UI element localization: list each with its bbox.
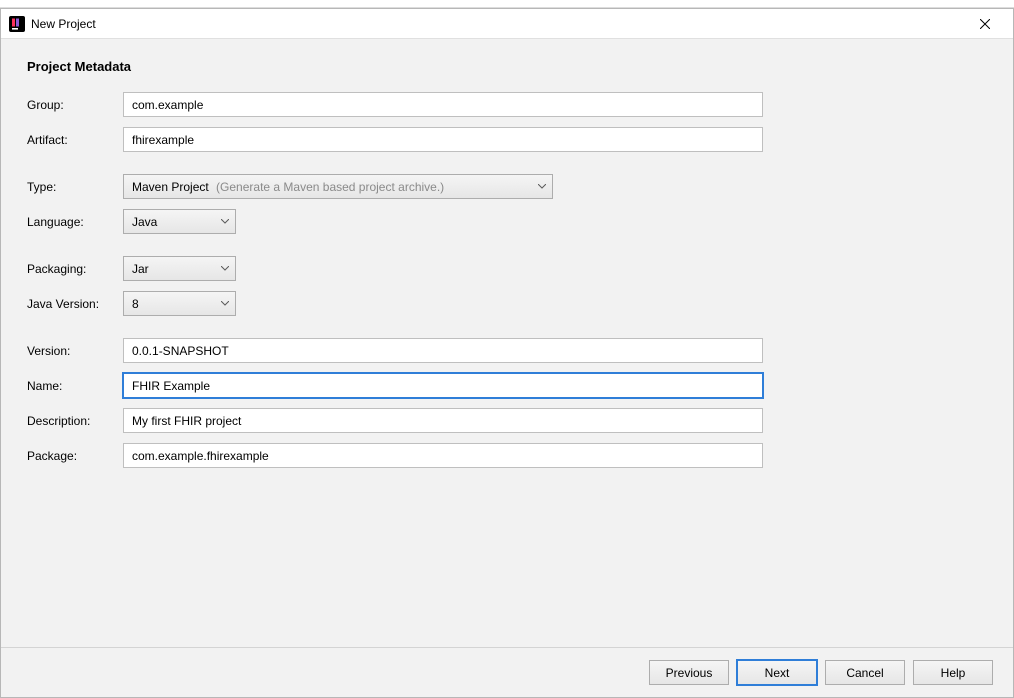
- new-project-dialog: New Project Project Metadata Group: Arti…: [0, 8, 1014, 698]
- label-name: Name:: [27, 379, 123, 393]
- row-version: Version:: [27, 338, 987, 363]
- dropdown-java-version-value: 8: [132, 297, 215, 311]
- row-description: Description:: [27, 408, 987, 433]
- row-name: Name:: [27, 373, 987, 398]
- input-name[interactable]: [123, 373, 763, 398]
- input-version[interactable]: [123, 338, 763, 363]
- dropdown-java-version[interactable]: 8: [123, 291, 236, 316]
- row-java-version: Java Version: 8: [27, 291, 987, 316]
- label-type: Type:: [27, 180, 123, 194]
- dropdown-language-value: Java: [132, 215, 215, 229]
- row-packaging: Packaging: Jar: [27, 256, 987, 281]
- row-language: Language: Java: [27, 209, 987, 234]
- row-artifact: Artifact:: [27, 127, 987, 152]
- row-type: Type: Maven Project (Generate a Maven ba…: [27, 174, 987, 199]
- close-button[interactable]: [965, 10, 1005, 38]
- label-group: Group:: [27, 98, 123, 112]
- chevron-down-icon: [221, 301, 229, 306]
- row-package: Package:: [27, 443, 987, 468]
- editor-backdrop: [0, 0, 1014, 8]
- cancel-button[interactable]: Cancel: [825, 660, 905, 685]
- window-title: New Project: [31, 17, 965, 31]
- label-package: Package:: [27, 449, 123, 463]
- input-group[interactable]: [123, 92, 763, 117]
- chevron-down-icon: [221, 266, 229, 271]
- label-version: Version:: [27, 344, 123, 358]
- chevron-down-icon: [221, 219, 229, 224]
- titlebar: New Project: [1, 9, 1013, 39]
- help-button[interactable]: Help: [913, 660, 993, 685]
- dialog-footer: Previous Next Cancel Help: [1, 647, 1013, 697]
- label-language: Language:: [27, 215, 123, 229]
- dropdown-packaging[interactable]: Jar: [123, 256, 236, 281]
- label-packaging: Packaging:: [27, 262, 123, 276]
- input-description[interactable]: [123, 408, 763, 433]
- chevron-down-icon: [538, 184, 546, 189]
- previous-button[interactable]: Previous: [649, 660, 729, 685]
- close-icon: [980, 19, 990, 29]
- dropdown-type-hint: (Generate a Maven based project archive.…: [216, 180, 444, 194]
- dropdown-language[interactable]: Java: [123, 209, 236, 234]
- app-icon: [9, 16, 25, 32]
- dropdown-type-text: Maven Project: [132, 180, 209, 194]
- label-artifact: Artifact:: [27, 133, 123, 147]
- row-group: Group:: [27, 92, 987, 117]
- next-button[interactable]: Next: [737, 660, 817, 685]
- input-artifact[interactable]: [123, 127, 763, 152]
- dropdown-packaging-value: Jar: [132, 262, 215, 276]
- section-heading: Project Metadata: [27, 59, 987, 74]
- dropdown-type[interactable]: Maven Project (Generate a Maven based pr…: [123, 174, 553, 199]
- dialog-content: Project Metadata Group: Artifact: Type: …: [1, 39, 1013, 647]
- input-package[interactable]: [123, 443, 763, 468]
- label-description: Description:: [27, 414, 123, 428]
- dropdown-type-value: Maven Project (Generate a Maven based pr…: [132, 180, 532, 194]
- label-java-version: Java Version:: [27, 297, 123, 311]
